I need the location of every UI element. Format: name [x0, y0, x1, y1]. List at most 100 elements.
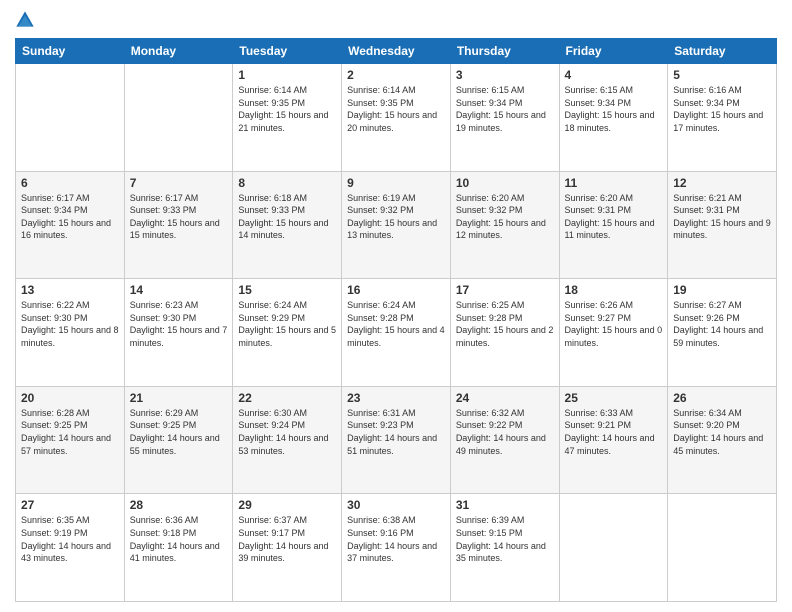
day-info: Sunrise: 6:37 AM Sunset: 9:17 PM Dayligh…: [238, 514, 336, 564]
header-saturday: Saturday: [668, 39, 777, 64]
day-info: Sunrise: 6:39 AM Sunset: 9:15 PM Dayligh…: [456, 514, 554, 564]
calendar-week-row: 6Sunrise: 6:17 AM Sunset: 9:34 PM Daylig…: [16, 171, 777, 279]
day-info: Sunrise: 6:35 AM Sunset: 9:19 PM Dayligh…: [21, 514, 119, 564]
calendar-header-row: Sunday Monday Tuesday Wednesday Thursday…: [16, 39, 777, 64]
day-number: 11: [565, 176, 663, 190]
day-info: Sunrise: 6:36 AM Sunset: 9:18 PM Dayligh…: [130, 514, 228, 564]
day-info: Sunrise: 6:14 AM Sunset: 9:35 PM Dayligh…: [347, 84, 445, 134]
page-header: [15, 10, 777, 30]
calendar-cell: 19 Sunrise: 6:27 AM Sunset: 9:26 PM Dayli…: [668, 279, 777, 387]
day-info: Sunrise: 6:28 AM Sunset: 9:25 PM Dayligh…: [21, 407, 119, 457]
day-number: 21: [130, 391, 228, 405]
day-info: Sunrise: 6:29 AM Sunset: 9:25 PM Dayligh…: [130, 407, 228, 457]
calendar-cell: 3 Sunrise: 6:15 AM Sunset: 9:34 PM Daylig…: [450, 64, 559, 172]
calendar-cell: [559, 494, 668, 602]
day-info: Sunrise: 6:15 AM Sunset: 9:34 PM Dayligh…: [565, 84, 663, 134]
calendar-cell: 24 Sunrise: 6:32 AM Sunset: 9:22 PM Dayli…: [450, 386, 559, 494]
day-number: 26: [673, 391, 771, 405]
day-number: 19: [673, 283, 771, 297]
day-number: 16: [347, 283, 445, 297]
header-monday: Monday: [124, 39, 233, 64]
day-number: 31: [456, 498, 554, 512]
day-info: Sunrise: 6:32 AM Sunset: 9:22 PM Dayligh…: [456, 407, 554, 457]
calendar-cell: 15 Sunrise: 6:24 AM Sunset: 9:29 PM Dayli…: [233, 279, 342, 387]
calendar-cell: 13Sunrise: 6:22 AM Sunset: 9:30 PM Dayli…: [16, 279, 125, 387]
day-info: Sunrise: 6:34 AM Sunset: 9:20 PM Dayligh…: [673, 407, 771, 457]
calendar-cell: 16 Sunrise: 6:24 AM Sunset: 9:28 PM Dayli…: [342, 279, 451, 387]
calendar-cell: 17Sunrise: 6:25 AM Sunset: 9:28 PM Dayli…: [450, 279, 559, 387]
day-number: 4: [565, 68, 663, 82]
day-info: Sunrise: 6:30 AM Sunset: 9:24 PM Dayligh…: [238, 407, 336, 457]
day-number: 9: [347, 176, 445, 190]
calendar-cell: 30 Sunrise: 6:38 AM Sunset: 9:16 PM Dayli…: [342, 494, 451, 602]
logo-icon: [15, 10, 35, 30]
day-number: 6: [21, 176, 119, 190]
header-thursday: Thursday: [450, 39, 559, 64]
day-number: 17: [456, 283, 554, 297]
calendar-cell: 14 Sunrise: 6:23 AM Sunset: 9:30 PM Dayli…: [124, 279, 233, 387]
day-number: 24: [456, 391, 554, 405]
calendar-week-row: 20 Sunrise: 6:28 AM Sunset: 9:25 PM Dayli…: [16, 386, 777, 494]
day-info: Sunrise: 6:17 AM Sunset: 9:33 PM Dayligh…: [130, 192, 228, 242]
calendar-table: Sunday Monday Tuesday Wednesday Thursday…: [15, 38, 777, 602]
day-info: Sunrise: 6:26 AM Sunset: 9:27 PM Dayligh…: [565, 299, 663, 349]
calendar-cell: 26 Sunrise: 6:34 AM Sunset: 9:20 PM Dayli…: [668, 386, 777, 494]
calendar-cell: 6Sunrise: 6:17 AM Sunset: 9:34 PM Daylig…: [16, 171, 125, 279]
day-info: Sunrise: 6:20 AM Sunset: 9:31 PM Dayligh…: [565, 192, 663, 242]
calendar-week-row: 1 Sunrise: 6:14 AM Sunset: 9:35 PM Daylig…: [16, 64, 777, 172]
day-info: Sunrise: 6:24 AM Sunset: 9:29 PM Dayligh…: [238, 299, 336, 349]
calendar-cell: 7 Sunrise: 6:17 AM Sunset: 9:33 PM Daylig…: [124, 171, 233, 279]
header-wednesday: Wednesday: [342, 39, 451, 64]
day-number: 15: [238, 283, 336, 297]
calendar-week-row: 13Sunrise: 6:22 AM Sunset: 9:30 PM Dayli…: [16, 279, 777, 387]
day-number: 20: [21, 391, 119, 405]
day-info: Sunrise: 6:33 AM Sunset: 9:21 PM Dayligh…: [565, 407, 663, 457]
day-number: 27: [21, 498, 119, 512]
calendar-cell: 27 Sunrise: 6:35 AM Sunset: 9:19 PM Dayli…: [16, 494, 125, 602]
day-info: Sunrise: 6:15 AM Sunset: 9:34 PM Dayligh…: [456, 84, 554, 134]
calendar-cell: 9 Sunrise: 6:19 AM Sunset: 9:32 PM Daylig…: [342, 171, 451, 279]
day-number: 22: [238, 391, 336, 405]
day-number: 1: [238, 68, 336, 82]
calendar-cell: 5Sunrise: 6:16 AM Sunset: 9:34 PM Daylig…: [668, 64, 777, 172]
header-sunday: Sunday: [16, 39, 125, 64]
day-info: Sunrise: 6:19 AM Sunset: 9:32 PM Dayligh…: [347, 192, 445, 242]
day-number: 10: [456, 176, 554, 190]
calendar-cell: [16, 64, 125, 172]
day-info: Sunrise: 6:14 AM Sunset: 9:35 PM Dayligh…: [238, 84, 336, 134]
calendar-cell: 8Sunrise: 6:18 AM Sunset: 9:33 PM Daylig…: [233, 171, 342, 279]
day-info: Sunrise: 6:21 AM Sunset: 9:31 PM Dayligh…: [673, 192, 771, 242]
day-number: 14: [130, 283, 228, 297]
day-number: 3: [456, 68, 554, 82]
calendar-cell: 4 Sunrise: 6:15 AM Sunset: 9:34 PM Daylig…: [559, 64, 668, 172]
day-info: Sunrise: 6:38 AM Sunset: 9:16 PM Dayligh…: [347, 514, 445, 564]
day-number: 18: [565, 283, 663, 297]
calendar-cell: 10 Sunrise: 6:20 AM Sunset: 9:32 PM Dayli…: [450, 171, 559, 279]
calendar-cell: 28 Sunrise: 6:36 AM Sunset: 9:18 PM Dayli…: [124, 494, 233, 602]
header-tuesday: Tuesday: [233, 39, 342, 64]
day-info: Sunrise: 6:23 AM Sunset: 9:30 PM Dayligh…: [130, 299, 228, 349]
calendar-cell: 18 Sunrise: 6:26 AM Sunset: 9:27 PM Dayli…: [559, 279, 668, 387]
day-info: Sunrise: 6:18 AM Sunset: 9:33 PM Dayligh…: [238, 192, 336, 242]
day-number: 29: [238, 498, 336, 512]
calendar-cell: 20 Sunrise: 6:28 AM Sunset: 9:25 PM Dayli…: [16, 386, 125, 494]
day-info: Sunrise: 6:20 AM Sunset: 9:32 PM Dayligh…: [456, 192, 554, 242]
day-info: Sunrise: 6:31 AM Sunset: 9:23 PM Dayligh…: [347, 407, 445, 457]
day-number: 12: [673, 176, 771, 190]
calendar-cell: [668, 494, 777, 602]
calendar-cell: [124, 64, 233, 172]
day-number: 13: [21, 283, 119, 297]
day-info: Sunrise: 6:24 AM Sunset: 9:28 PM Dayligh…: [347, 299, 445, 349]
calendar-cell: 31 Sunrise: 6:39 AM Sunset: 9:15 PM Dayli…: [450, 494, 559, 602]
calendar-cell: 23Sunrise: 6:31 AM Sunset: 9:23 PM Dayli…: [342, 386, 451, 494]
day-number: 30: [347, 498, 445, 512]
calendar-cell: 11 Sunrise: 6:20 AM Sunset: 9:31 PM Dayli…: [559, 171, 668, 279]
day-number: 28: [130, 498, 228, 512]
calendar-cell: 29 Sunrise: 6:37 AM Sunset: 9:17 PM Dayli…: [233, 494, 342, 602]
day-number: 7: [130, 176, 228, 190]
day-info: Sunrise: 6:16 AM Sunset: 9:34 PM Dayligh…: [673, 84, 771, 134]
calendar-cell: 21 Sunrise: 6:29 AM Sunset: 9:25 PM Dayli…: [124, 386, 233, 494]
day-number: 2: [347, 68, 445, 82]
day-info: Sunrise: 6:27 AM Sunset: 9:26 PM Dayligh…: [673, 299, 771, 349]
calendar-cell: 1 Sunrise: 6:14 AM Sunset: 9:35 PM Daylig…: [233, 64, 342, 172]
